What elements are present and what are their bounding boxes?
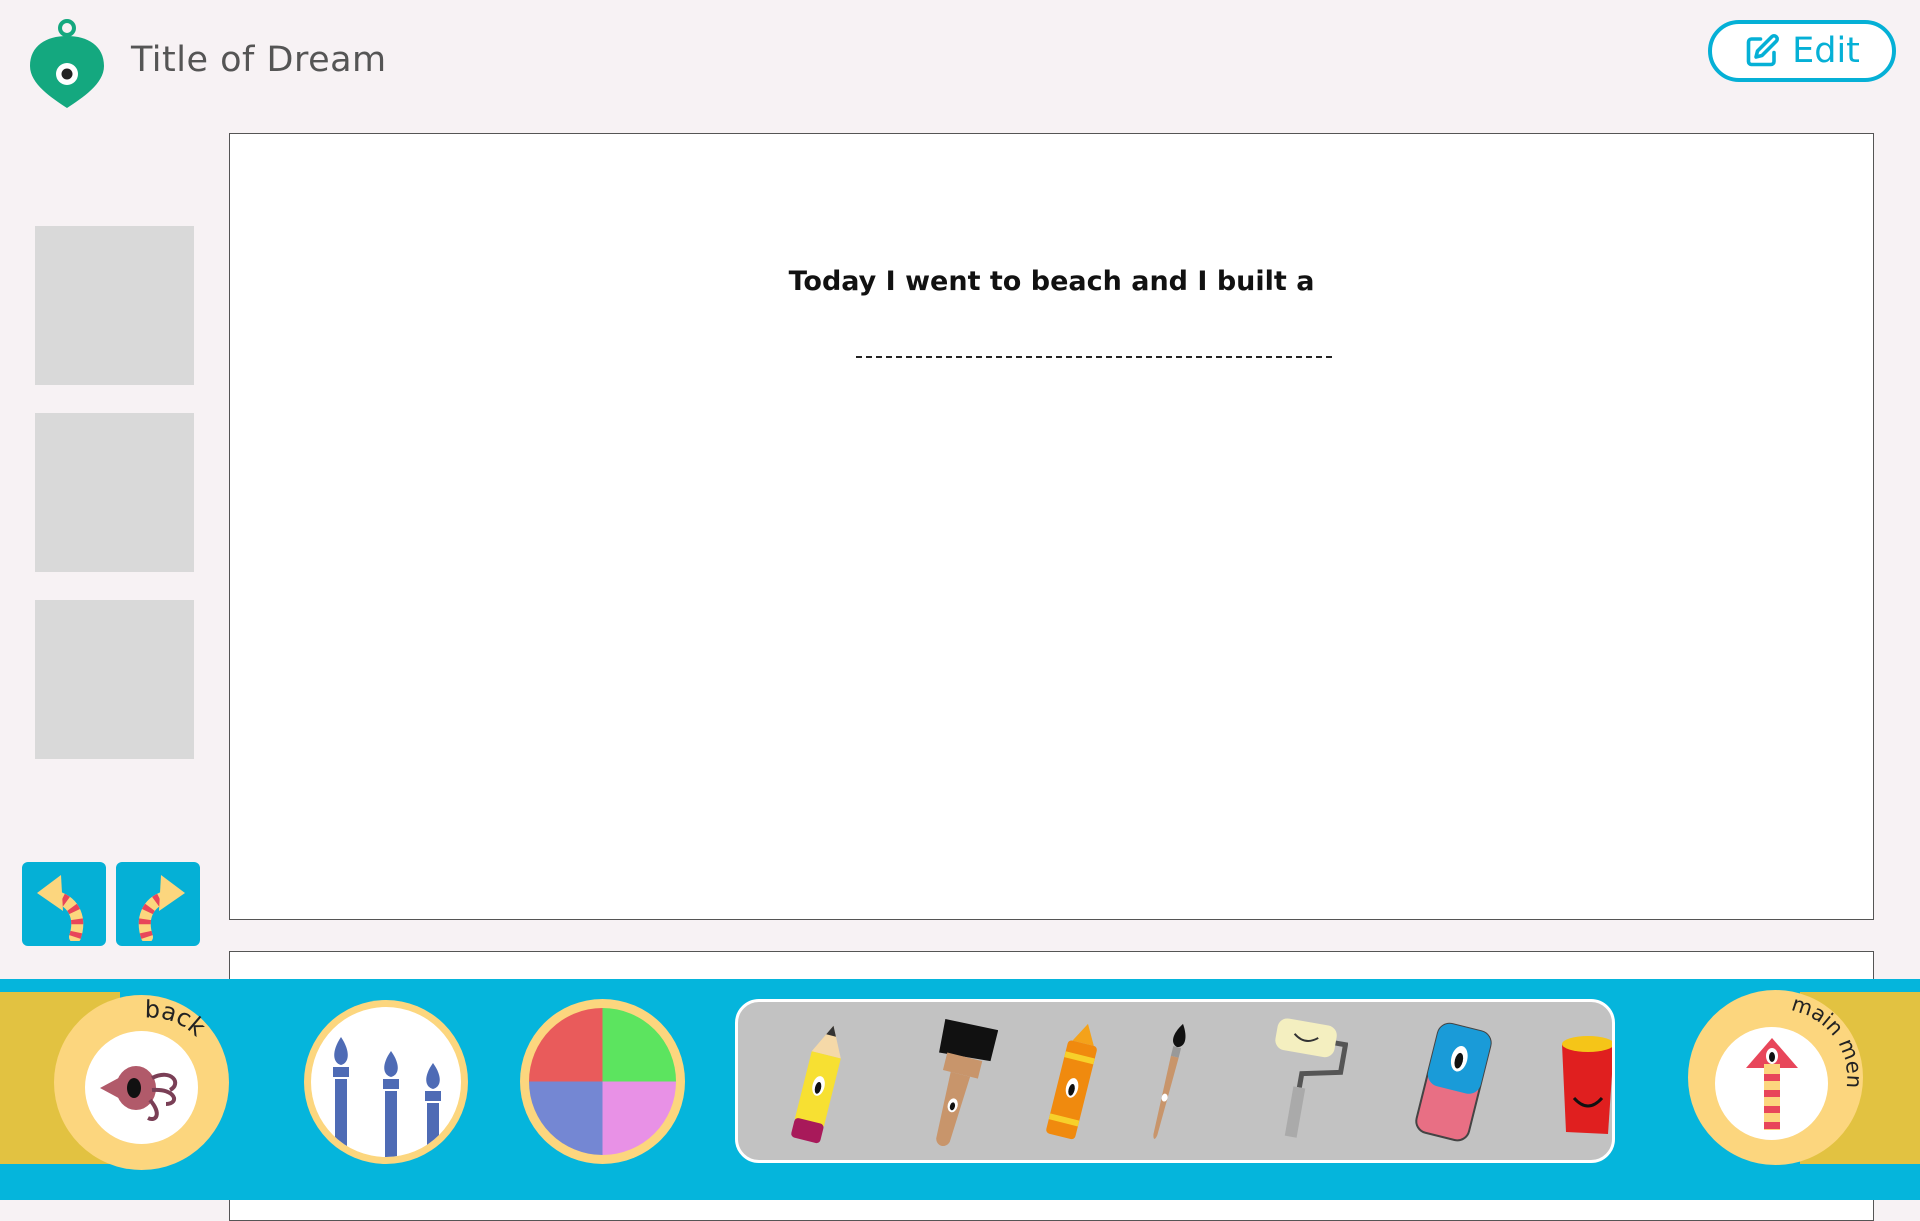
edit-icon	[1746, 34, 1780, 67]
eraser-icon[interactable]	[1408, 1014, 1498, 1154]
redo-button[interactable]	[116, 862, 200, 946]
main-menu-icon	[1715, 1027, 1828, 1140]
page-thumbnail[interactable]	[35, 413, 194, 572]
crayon-icon[interactable]	[1038, 1014, 1108, 1154]
main-menu-button[interactable]: main menu	[1688, 990, 1863, 1165]
story-prompt: Today I went to beach and I built a	[788, 266, 1315, 297]
fine-brush-icon[interactable]	[1138, 1014, 1198, 1154]
edit-button[interactable]: Edit	[1708, 20, 1896, 82]
color-palette-button[interactable]	[520, 999, 685, 1164]
page-thumbnail[interactable]	[35, 600, 194, 759]
redo-arrow-icon	[138, 875, 185, 941]
brushes-icon	[311, 1007, 461, 1157]
color-wheel-icon	[529, 1008, 676, 1155]
fill-in-blank-line[interactable]	[856, 356, 1332, 358]
paint-bucket-icon[interactable]	[1548, 1014, 1615, 1154]
back-icon	[85, 1031, 198, 1144]
edit-label: Edit	[1792, 31, 1860, 71]
paint-roller-icon[interactable]	[1258, 1014, 1348, 1154]
page-title: Title of Dream	[131, 40, 387, 80]
undo-button[interactable]	[22, 862, 106, 946]
brush-set-button[interactable]	[304, 1000, 468, 1164]
tool-tray	[735, 999, 1615, 1163]
paint-brush-icon[interactable]	[918, 1014, 998, 1154]
page-thumbnail[interactable]	[35, 226, 194, 385]
undo-arrow-icon	[37, 875, 84, 941]
app-logo	[28, 18, 106, 110]
back-button[interactable]: back	[54, 995, 229, 1170]
drawing-canvas[interactable]: Today I went to beach and I built a	[229, 133, 1874, 920]
pencil-icon[interactable]	[784, 1014, 854, 1154]
